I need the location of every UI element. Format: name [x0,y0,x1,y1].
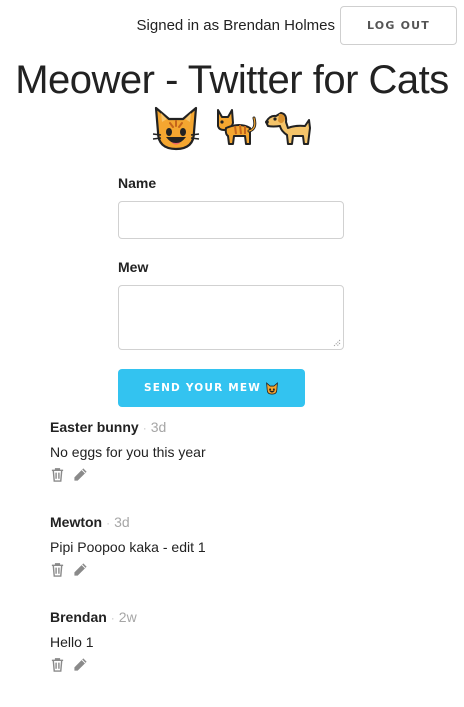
send-mew-button[interactable]: SEND YOUR MEW [118,369,305,407]
mew-list: Easter bunny · 3d No eggs for you this yea… [50,418,450,703]
mew-item: Brendan · 2w Hello 1 [50,608,450,703]
trash-icon[interactable] [50,562,65,577]
mew-label: Mew [118,259,149,275]
mew-separator: · [106,516,111,530]
mew-author: Easter bunny [50,419,139,435]
title-emojis [0,104,464,152]
trash-icon[interactable] [50,467,65,482]
mew-author: Brendan [50,609,107,625]
mew-separator: · [110,611,115,625]
cat-face-icon [152,106,200,151]
mew-item: Mewton · 3d Pipi Poopoo kaka - edit 1 [50,513,450,608]
mew-text: Pipi Poopoo kaka - edit 1 [50,539,206,555]
mew-author: Mewton [50,514,103,530]
pencil-icon[interactable] [73,562,88,577]
send-mew-label: SEND YOUR MEW [143,382,262,394]
cat-face-icon [266,381,278,395]
mew-time: 3d [114,514,130,530]
dog-icon [265,112,311,145]
name-input[interactable] [118,201,344,239]
mew-text: Hello 1 [50,634,94,650]
trash-icon[interactable] [50,657,65,672]
mew-text: No eggs for you this year [50,444,206,460]
mew-time: 2w [118,609,137,625]
mew-time: 3d [150,419,167,435]
pencil-icon[interactable] [73,467,88,482]
mew-textarea[interactable] [118,285,344,350]
mew-item: Easter bunny · 3d No eggs for you this yea… [50,418,450,513]
logout-button[interactable]: LOG OUT [340,6,457,45]
name-label: Name [118,175,157,191]
page-title: Meower - Twitter for Cats [15,58,449,102]
top-bar: Signed in as Brendan Holmes LOG OUT [137,6,457,45]
mew-separator: · [142,421,147,435]
mew-form: Name Mew SEND YOUR MEW [118,175,345,407]
pencil-icon[interactable] [73,657,88,672]
signed-in-text: Signed in as Brendan Holmes [136,17,335,34]
resize-grip-icon[interactable] [332,338,341,347]
cat-icon [217,109,257,145]
